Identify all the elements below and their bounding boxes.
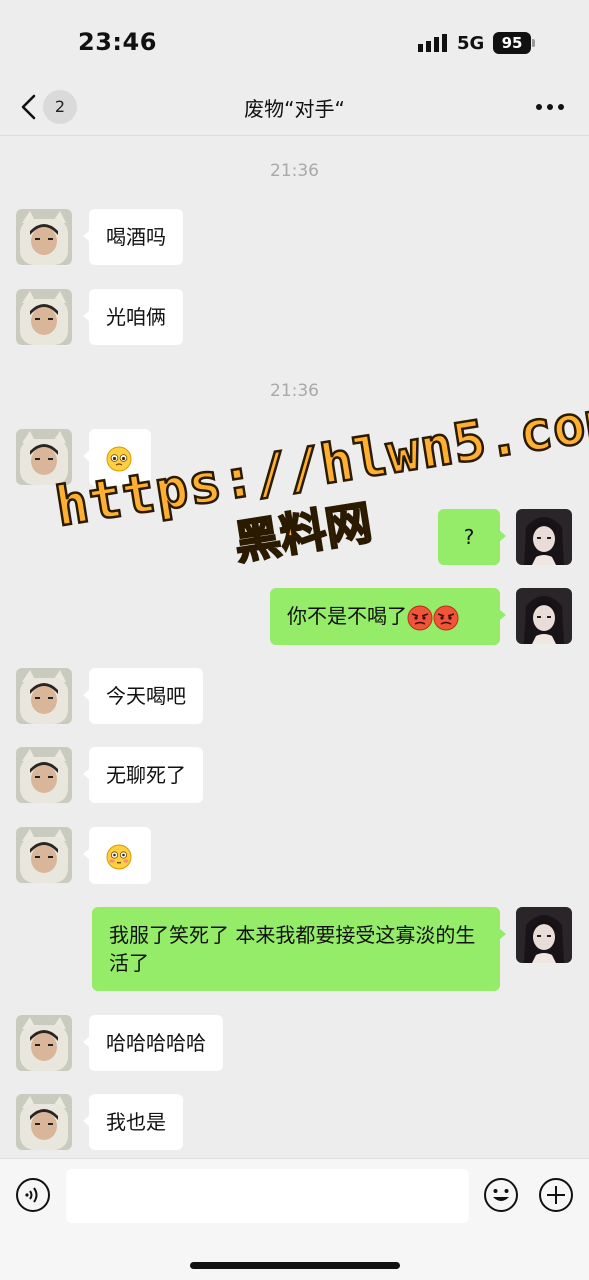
smiley-icon[interactable] xyxy=(483,1177,519,1213)
plus-icon[interactable] xyxy=(538,1177,574,1213)
incoming-message[interactable] xyxy=(83,429,151,486)
chat-header: 2 废物“对手“ xyxy=(0,80,589,136)
pleading-face-emoji xyxy=(106,446,132,471)
incoming-message[interactable]: 今天喝吧 xyxy=(83,668,203,724)
contact-avatar[interactable] xyxy=(16,289,72,345)
status-bar: 23:46 5G 95 xyxy=(0,0,589,80)
angry-face-emoji xyxy=(433,605,459,630)
more-dots-icon[interactable] xyxy=(536,102,564,112)
message-timestamp: 21:36 xyxy=(270,381,319,401)
contact-avatar[interactable] xyxy=(16,1015,72,1071)
my-avatar[interactable] xyxy=(516,907,572,963)
outgoing-message[interactable]: 我服了笑死了 本来我都要接受这寡淡的生活了 xyxy=(92,907,506,991)
incoming-message[interactable]: 无聊死了 xyxy=(83,747,203,803)
contact-avatar[interactable] xyxy=(16,668,72,724)
contact-avatar[interactable] xyxy=(16,429,72,485)
message-timestamp: 21:36 xyxy=(270,161,319,181)
signal-bars-icon xyxy=(418,34,447,52)
incoming-message[interactable]: 我也是 xyxy=(83,1094,183,1150)
flushed-face-emoji xyxy=(106,844,132,869)
my-avatar[interactable] xyxy=(516,509,572,565)
message-list[interactable]: 21:36 喝酒吗 光咱俩 21:36 ? 你不是不喝了 今天喝吧 无聊死了 我… xyxy=(0,137,589,1157)
incoming-message[interactable] xyxy=(83,827,151,884)
contact-avatar[interactable] xyxy=(16,827,72,883)
network-type: 5G xyxy=(457,33,485,54)
contact-avatar[interactable] xyxy=(16,209,72,265)
contact-avatar[interactable] xyxy=(16,747,72,803)
my-avatar[interactable] xyxy=(516,588,572,644)
outgoing-message[interactable]: ? xyxy=(438,509,506,565)
status-time: 23:46 xyxy=(78,28,157,56)
message-input[interactable] xyxy=(66,1169,469,1223)
incoming-message[interactable]: 光咱俩 xyxy=(83,289,183,345)
battery-indicator: 95 xyxy=(493,32,531,54)
battery-tip xyxy=(532,39,535,47)
incoming-message[interactable]: 喝酒吗 xyxy=(83,209,183,265)
angry-face-emoji xyxy=(407,605,433,630)
outgoing-message[interactable]: 你不是不喝了 xyxy=(270,588,506,645)
home-indicator xyxy=(190,1262,400,1269)
message-text: 你不是不喝了 xyxy=(287,604,407,628)
chat-title: 废物“对手“ xyxy=(244,97,345,121)
incoming-message[interactable]: 哈哈哈哈哈 xyxy=(83,1015,223,1071)
voice-icon[interactable] xyxy=(15,1177,51,1213)
contact-avatar[interactable] xyxy=(16,1094,72,1150)
